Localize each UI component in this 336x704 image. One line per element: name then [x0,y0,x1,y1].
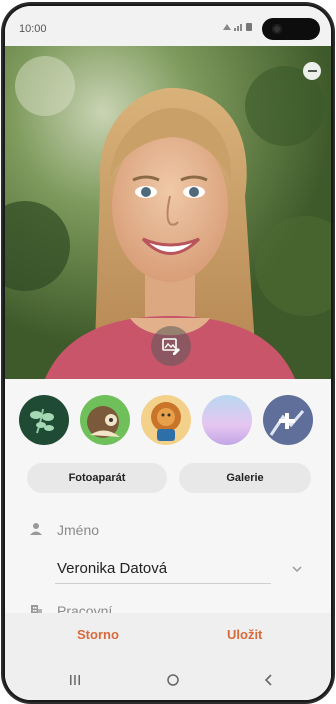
recent-apps-icon[interactable] [67,673,83,687]
camera-lens [272,24,282,34]
avatar-gradient[interactable] [202,395,252,445]
image-edit-icon[interactable] [151,326,191,366]
avatar-add[interactable] [263,395,313,445]
signal-battery-icon [223,23,252,31]
name-field[interactable]: Veronika Datová [57,560,167,577]
cancel-button[interactable]: Storno [77,627,119,642]
name-field-underline [55,583,271,584]
person-icon [30,523,42,535]
avatar-plant[interactable] [19,395,69,445]
status-icons [221,22,255,35]
home-icon[interactable] [165,673,181,687]
status-time: 10:00 [19,23,47,35]
name-label: Jméno [57,522,100,538]
minus-circle-icon[interactable] [303,62,321,80]
camera-cutout [262,18,320,40]
back-icon[interactable] [261,673,277,687]
camera-button[interactable]: Fotoaparát [27,463,167,493]
status-bar: 10:00 [5,6,331,46]
gallery-button[interactable]: Galerie [179,463,311,493]
chevron-down-icon[interactable] [291,563,303,575]
avatar-picker [19,395,319,447]
save-button[interactable]: Uložit [227,627,262,642]
avatar-lion[interactable] [141,395,191,445]
phone-screen: 10:00 Fotoaparát Galerie Jméno Veronika … [5,6,331,700]
navigation-bar [5,659,331,700]
avatar-face[interactable] [80,395,130,445]
bottom-actions: Storno Uložit [5,613,331,659]
